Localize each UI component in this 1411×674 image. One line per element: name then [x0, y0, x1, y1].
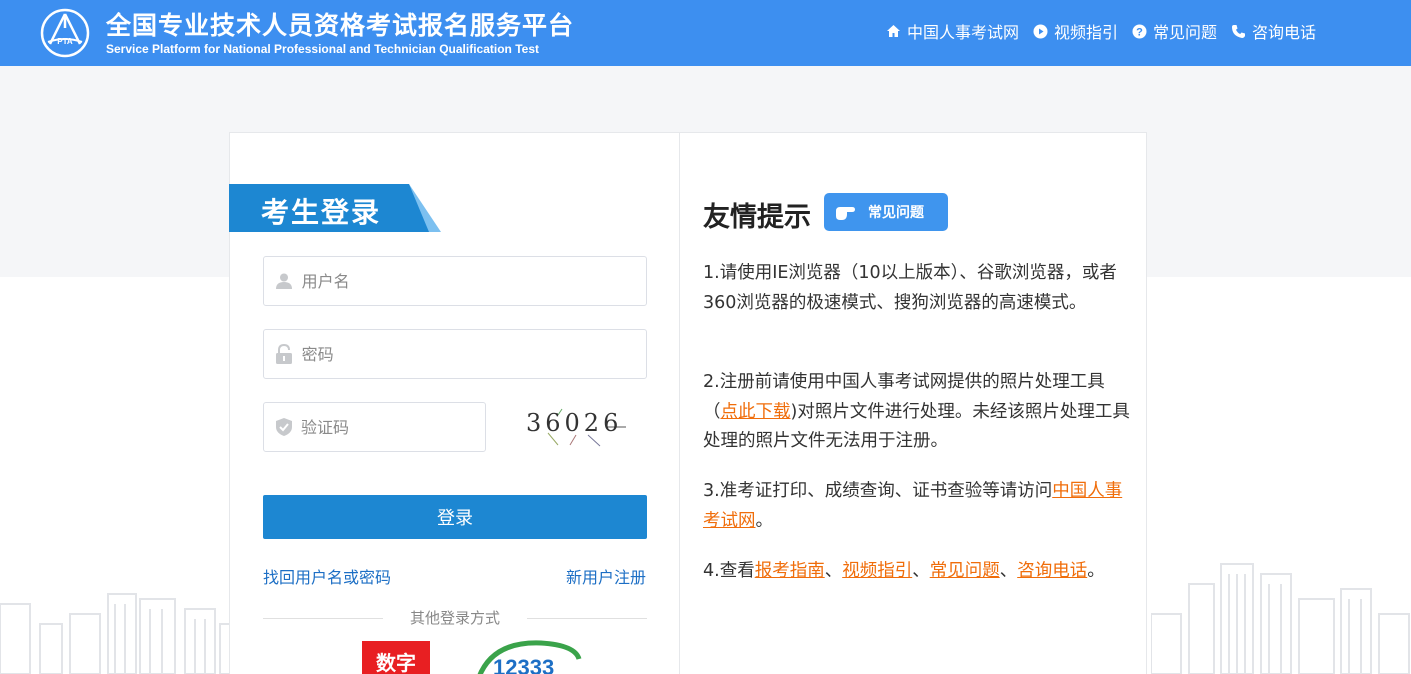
city-skyline-right [1151, 563, 1410, 674]
nav-label: 咨询电话 [1251, 23, 1316, 42]
other-login-divider: 其他登录方式 [263, 607, 647, 629]
user-icon [275, 271, 294, 291]
site-subtitle: Service Platform for National Profession… [106, 42, 539, 56]
top-nav: 中国人事考试网 视频指引 ? 常见问题 咨询电话 [886, 19, 1316, 43]
faq-badge-button[interactable]: 常见问题 [824, 193, 948, 231]
password-input[interactable] [301, 344, 646, 364]
forgot-credentials-link[interactable]: 找回用户名或密码 [263, 564, 391, 588]
pointing-hand-icon [836, 207, 855, 220]
nav-faq-link[interactable]: ? 常见问题 [1132, 19, 1217, 43]
nav-cpta-link[interactable]: 中国人事考试网 [886, 19, 1019, 43]
exam-guide-link[interactable]: 报考指南 [755, 561, 825, 581]
nav-label: 中国人事考试网 [906, 23, 1019, 42]
username-input[interactable] [301, 271, 646, 291]
play-icon [1033, 24, 1048, 38]
password-field[interactable] [263, 329, 647, 379]
faq-link[interactable]: 常见问题 [930, 561, 1000, 581]
captcha-text: 36026 [526, 409, 622, 437]
hotline-text: 12333 [493, 655, 554, 674]
photo-tool-download-link[interactable]: 点此下载 [721, 402, 791, 422]
username-field[interactable] [263, 256, 647, 306]
pta-logo-icon: PTA [40, 8, 90, 58]
tip-text: 。 [1087, 561, 1105, 581]
hotline-12333-login-button[interactable]: 12333 [473, 639, 585, 674]
svg-text:PTA: PTA [57, 37, 73, 46]
login-button[interactable]: 登录 [263, 495, 647, 539]
tip-text: 4.查看 [703, 561, 755, 581]
panel-divider [679, 133, 680, 674]
divider-line [527, 618, 647, 619]
site-header: PTA 全国专业技术人员资格考试报名服务平台 Service Platform … [0, 0, 1411, 66]
help-icon: ? [1132, 24, 1147, 38]
nav-phone-link[interactable]: 咨询电话 [1231, 19, 1316, 43]
home-icon [886, 25, 900, 37]
nav-label: 常见问题 [1152, 23, 1217, 42]
svg-text:?: ? [1136, 26, 1143, 38]
login-title-ribbon: 考生登录 [229, 184, 441, 232]
faq-badge-label: 常见问题 [868, 205, 924, 221]
lock-icon [275, 344, 294, 364]
hotline-link[interactable]: 咨询电话 [1017, 561, 1087, 581]
site-title: 全国专业技术人员资格考试报名服务平台 [106, 11, 575, 40]
digital-id-login-button[interactable]: 数字 [362, 641, 430, 674]
nav-video-guide-link[interactable]: 视频指引 [1033, 19, 1118, 43]
tips-title: 友情提示 [703, 202, 811, 233]
phone-icon [1231, 24, 1245, 38]
tip-1: 1.请使用IE浏览器（10以上版本）、谷歌浏览器，或者360浏览器的极速模式、搜… [703, 263, 1117, 313]
city-skyline-left [0, 593, 256, 674]
tip-separator: 、 [999, 561, 1018, 581]
tip-separator: 、 [824, 561, 843, 581]
tip-2: 2.注册前请使用中国人事考试网提供的照片处理工具（点此下载)对照片文件进行处理。… [703, 368, 1133, 457]
tip-4: 4.查看报考指南、视频指引、常见问题、咨询电话。 [703, 557, 1133, 587]
tip-separator: 、 [912, 561, 930, 581]
register-link[interactable]: 新用户注册 [566, 564, 646, 588]
tip-3: 3.准考证打印、成绩查询、证书查验等请访问中国人事考试网。 [703, 477, 1133, 536]
video-guide-link[interactable]: 视频指引 [842, 561, 912, 581]
tip-text: 。 [755, 510, 774, 531]
shield-check-icon [275, 417, 293, 437]
tip-text: 3.准考证打印、成绩查询、证书查验等请访问 [703, 481, 1053, 501]
nav-label: 视频指引 [1053, 23, 1118, 42]
captcha-input[interactable] [301, 417, 485, 437]
captcha-field[interactable] [263, 402, 486, 452]
captcha-image[interactable]: 36026 [518, 405, 643, 447]
login-panel: 考生登录 36026 登录 找回用户名或密码 新用户注册 其 [229, 132, 1147, 674]
login-title: 考生登录 [261, 196, 382, 229]
